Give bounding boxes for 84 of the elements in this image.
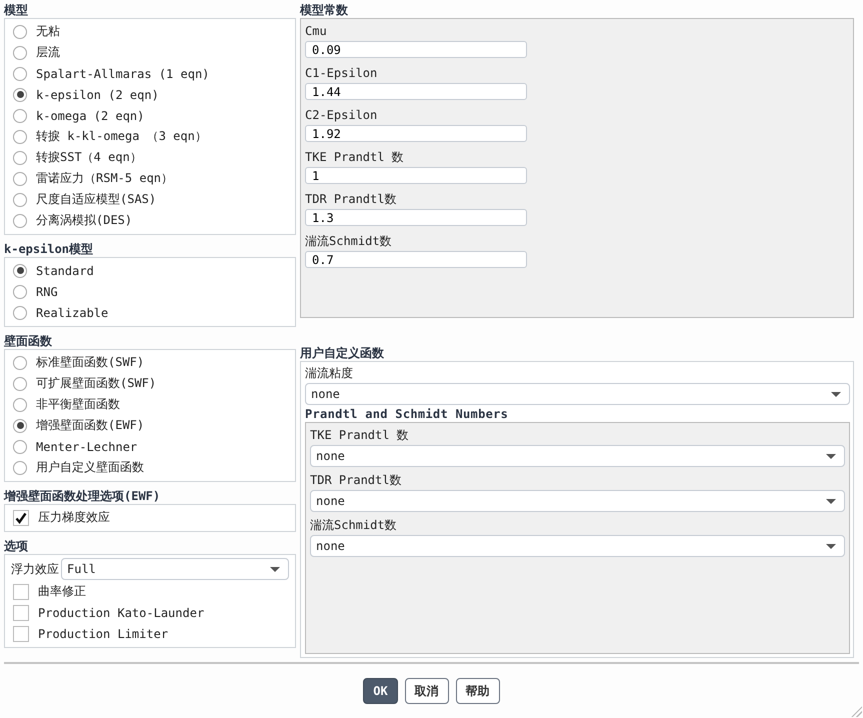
- dialog-button[interactable]: 取消: [404, 678, 449, 704]
- radio-button[interactable]: [13, 284, 27, 298]
- radio-button[interactable]: [13, 306, 27, 320]
- group-title: k-epsilon模型: [4, 242, 94, 257]
- field-label: C2-Epsilon: [305, 107, 378, 124]
- checkbox[interactable]: [13, 604, 29, 620]
- dropdown[interactable]: none: [310, 535, 845, 557]
- caret-icon: [831, 392, 841, 396]
- radio-button[interactable]: [13, 192, 27, 206]
- radio-button[interactable]: [13, 418, 27, 432]
- radio-label[interactable]: 非平衡壁面函数: [36, 396, 120, 413]
- radio-label[interactable]: RNG: [36, 284, 58, 298]
- radio-button[interactable]: [13, 440, 27, 454]
- radio-button[interactable]: [13, 150, 27, 164]
- radio-label[interactable]: 增强壁面函数(EWF): [36, 417, 144, 434]
- radio-button[interactable]: [13, 398, 27, 412]
- field-label: C1-Epsilon: [305, 65, 378, 82]
- radio-button[interactable]: [13, 356, 27, 370]
- radio-label[interactable]: k-omega (2 eqn): [36, 108, 144, 122]
- radio-label[interactable]: 层流: [36, 44, 60, 61]
- number-field[interactable]: 1: [305, 167, 527, 184]
- radio-button[interactable]: [13, 130, 27, 144]
- caret-icon: [826, 544, 836, 548]
- radio-label[interactable]: Menter-Lechner: [36, 440, 138, 454]
- caret-icon: [826, 498, 836, 504]
- radio-button[interactable]: [13, 460, 27, 474]
- radio-button[interactable]: [13, 108, 27, 122]
- radio-label[interactable]: 用户自定义壁面函数: [36, 459, 144, 476]
- radio-label[interactable]: 转捩 k-kl-omega （3 eqn）: [36, 128, 207, 145]
- checkbox[interactable]: [13, 626, 29, 642]
- radio-label[interactable]: k-epsilon (2 eqn): [36, 88, 159, 102]
- number-field[interactable]: 0.09: [305, 41, 527, 58]
- radio-button[interactable]: [13, 214, 27, 228]
- checkbox-label[interactable]: Production Kato-Launder: [38, 606, 204, 620]
- checkbox[interactable]: [13, 584, 29, 600]
- checkbox-label[interactable]: Production Limiter: [38, 626, 168, 640]
- group-title: 用户自定义函数: [300, 346, 385, 361]
- field-label: TKE Prandtl 数: [305, 149, 405, 166]
- radio-label[interactable]: 尺度自适应模型(SAS): [36, 191, 156, 208]
- field-label: TDR Prandtl数: [305, 191, 398, 208]
- dropdown[interactable]: Full: [61, 558, 289, 580]
- radio-label[interactable]: Spalart-Allmaras (1 eqn): [36, 66, 210, 80]
- field-label: 湍流粘度: [305, 365, 354, 382]
- dropdown[interactable]: none: [305, 383, 850, 405]
- group-title: 壁面函数: [4, 334, 53, 349]
- radio-button[interactable]: [13, 172, 27, 186]
- radio-label[interactable]: Realizable: [36, 306, 108, 320]
- dialog-button[interactable]: 帮助: [456, 678, 500, 704]
- field-label: TDR Prandtl数: [310, 472, 402, 489]
- group-title: 模型常数: [300, 3, 349, 18]
- number-field[interactable]: 1.92: [305, 125, 527, 142]
- group-title: 模型: [4, 3, 29, 18]
- radio-button[interactable]: [13, 376, 27, 390]
- radio-button[interactable]: [13, 66, 27, 80]
- radio-label[interactable]: Standard: [36, 264, 94, 278]
- field-label: 湍流Schmidt数: [305, 233, 393, 250]
- number-field[interactable]: 0.7: [305, 251, 527, 268]
- ok-button[interactable]: OK: [363, 678, 398, 704]
- checkbox-label[interactable]: 压力梯度效应: [38, 509, 110, 526]
- radio-button[interactable]: [13, 24, 27, 38]
- field-label: TKE Prandtl 数: [310, 427, 410, 444]
- radio-button[interactable]: [13, 264, 27, 278]
- radio-label[interactable]: 雷诺应力（RSM-5 eqn）: [36, 170, 174, 187]
- group-title: 增强壁面函数处理选项(EWF): [4, 489, 162, 504]
- radio-label[interactable]: 无粘: [36, 23, 60, 40]
- caret-icon: [270, 566, 280, 572]
- checkbox[interactable]: [13, 510, 29, 526]
- number-field[interactable]: 1.3: [305, 209, 527, 226]
- radio-label[interactable]: 标准壁面函数(SWF): [36, 354, 144, 371]
- dropdown[interactable]: none: [310, 490, 845, 512]
- radio-button[interactable]: [13, 46, 27, 60]
- radio-button[interactable]: [13, 88, 27, 102]
- checkbox-label[interactable]: 曲率修正: [38, 583, 86, 600]
- section-title: Prandtl and Schmidt Numbers: [305, 406, 510, 422]
- radio-label[interactable]: 可扩展壁面函数(SWF): [36, 375, 156, 392]
- group-title: 选项: [4, 539, 29, 554]
- dropdown[interactable]: none: [310, 445, 845, 467]
- number-field[interactable]: 1.44: [305, 83, 527, 100]
- radio-label[interactable]: 转捩SST（4 eqn）: [36, 149, 142, 166]
- field-label: Cmu: [305, 23, 328, 40]
- radio-label[interactable]: 分离涡模拟(DES): [36, 212, 132, 229]
- field-label: 浮力效应: [11, 560, 59, 578]
- field-label: 湍流Schmidt数: [310, 517, 398, 534]
- caret-icon: [826, 454, 836, 458]
